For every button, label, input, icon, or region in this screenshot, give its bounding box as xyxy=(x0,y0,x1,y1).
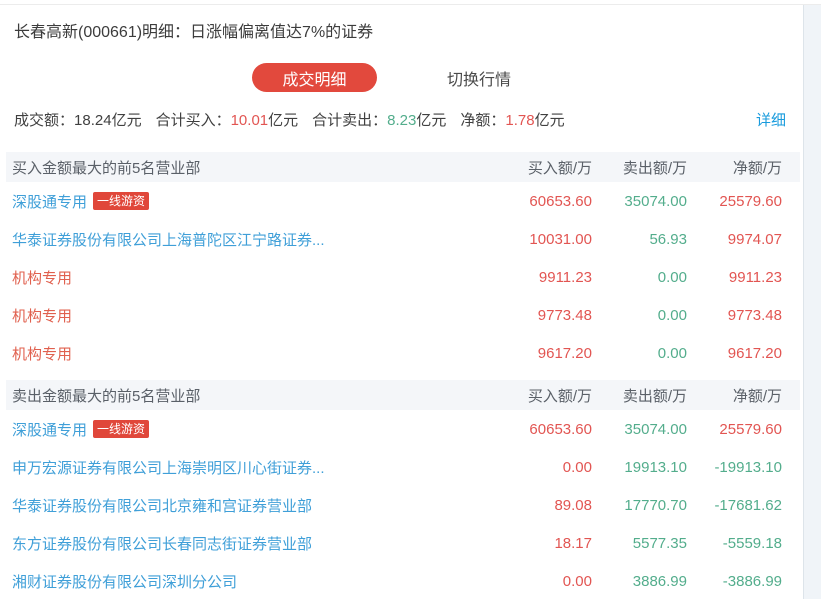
net-value: -19913.10 xyxy=(714,458,782,476)
broker-link[interactable]: 华泰证券股份有限公司上海普陀区江宁路证券... xyxy=(12,229,325,250)
sell-top5-table: 卖出金额最大的前5名营业部 买入额/万 卖出额/万 净额/万 深股通专用 一线游资… xyxy=(6,380,800,599)
table-row: 深股通专用 一线游资 60653.60 35074.00 25579.60 xyxy=(6,182,800,220)
table-row: 东方证券股份有限公司长春同志街证券营业部 18.17 5577.35 -5559… xyxy=(6,524,800,562)
summary-net: 净额：1.78亿元 xyxy=(460,111,565,129)
sell-value: 0.00 xyxy=(657,306,687,324)
sell-value: 19913.10 xyxy=(624,458,687,476)
tab-switch-quotes[interactable]: 切换行情 xyxy=(447,66,511,90)
sell-value: 5577.35 xyxy=(632,534,687,552)
col-net-amount: 净额/万 xyxy=(732,159,782,177)
table-header: 买入金额最大的前5名营业部 买入额/万 卖出额/万 净额/万 xyxy=(6,152,800,182)
net-value: -3886.99 xyxy=(722,572,782,590)
table-row: 机构专用 9911.23 0.00 9911.23 xyxy=(6,258,800,296)
net-value: 9911.23 xyxy=(728,268,782,286)
tab-bar: 成交明细 切换行情 xyxy=(0,63,821,92)
summary-total-buy: 合计买入：10.01亿元 xyxy=(155,111,299,129)
col-sell-amount: 卖出额/万 xyxy=(622,159,687,177)
buy-value: 9773.48 xyxy=(537,306,592,324)
institution-label: 机构专用 xyxy=(12,307,73,325)
buy-value: 18.17 xyxy=(554,534,592,552)
summary-bar: 成交额：18.24亿元 合计买入：10.01亿元 合计卖出：8.23亿元 净额：… xyxy=(14,109,800,130)
net-value: 9974.07 xyxy=(727,230,782,248)
broker-link[interactable]: 华泰证券股份有限公司北京雍和宫证券营业部 xyxy=(12,495,312,516)
institution-label: 机构专用 xyxy=(12,345,73,363)
buy-value: 0.00 xyxy=(562,572,592,590)
table-row: 华泰证券股份有限公司北京雍和宫证券营业部 89.08 17770.70 -176… xyxy=(6,486,800,524)
table-title: 卖出金额最大的前5名营业部 xyxy=(12,387,201,405)
broker-link[interactable]: 东方证券股份有限公司长春同志街证券营业部 xyxy=(12,533,312,554)
buy-value: 9617.20 xyxy=(537,344,592,362)
scrollbar-track[interactable] xyxy=(803,5,821,599)
net-value: -5559.18 xyxy=(722,534,782,552)
broker-link[interactable]: 深股通专用 xyxy=(12,191,87,212)
col-net-amount: 净额/万 xyxy=(732,387,782,405)
sell-value: 35074.00 xyxy=(624,420,687,438)
broker-link[interactable]: 湘财证券股份有限公司深圳分公司 xyxy=(12,571,237,592)
detail-link[interactable]: 详细 xyxy=(756,109,786,130)
net-value: 25579.60 xyxy=(719,420,782,438)
sell-value: 0.00 xyxy=(657,268,687,286)
stock-detail-panel: 长春高新(000661)明细：日涨幅偏离值达7%的证券 成交明细 切换行情 成交… xyxy=(0,0,821,599)
buy-value: 89.08 xyxy=(554,496,592,514)
institution-label: 机构专用 xyxy=(12,269,73,287)
col-sell-amount: 卖出额/万 xyxy=(622,387,687,405)
top-divider xyxy=(0,4,821,5)
buy-value: 60653.60 xyxy=(529,192,592,210)
sell-value: 35074.00 xyxy=(624,192,687,210)
hot-money-badge: 一线游资 xyxy=(93,192,150,210)
broker-link[interactable]: 申万宏源证券有限公司上海崇明区川心街证券... xyxy=(12,457,325,478)
tab-transaction-detail[interactable]: 成交明细 xyxy=(252,63,377,92)
table-row: 华泰证券股份有限公司上海普陀区江宁路证券... 10031.00 56.93 9… xyxy=(6,220,800,258)
sell-value: 0.00 xyxy=(657,344,687,362)
table-row: 申万宏源证券有限公司上海崇明区川心街证券... 0.00 19913.10 -1… xyxy=(6,448,800,486)
sell-value: 3886.99 xyxy=(632,572,687,590)
table-row: 深股通专用 一线游资 60653.60 35074.00 25579.60 xyxy=(6,410,800,448)
table-row: 湘财证券股份有限公司深圳分公司 0.00 3886.99 -3886.99 xyxy=(6,562,800,599)
sell-value: 17770.70 xyxy=(624,496,687,514)
sell-value: 56.93 xyxy=(649,230,687,248)
buy-value: 0.00 xyxy=(562,458,592,476)
summary-turnover: 成交额：18.24亿元 xyxy=(14,111,142,129)
page-title: 长春高新(000661)明细：日涨幅偏离值达7%的证券 xyxy=(14,24,374,41)
table-row: 机构专用 9773.48 0.00 9773.48 xyxy=(6,296,800,334)
col-buy-amount: 买入额/万 xyxy=(527,159,592,177)
buy-value: 10031.00 xyxy=(529,230,592,248)
table-title: 买入金额最大的前5名营业部 xyxy=(12,159,201,177)
broker-link[interactable]: 深股通专用 xyxy=(12,419,87,440)
buy-value: 60653.60 xyxy=(529,420,592,438)
table-row: 机构专用 9617.20 0.00 9617.20 xyxy=(6,334,800,372)
net-value: 9773.48 xyxy=(727,306,782,324)
net-value: 9617.20 xyxy=(727,344,782,362)
table-header: 卖出金额最大的前5名营业部 买入额/万 卖出额/万 净额/万 xyxy=(6,380,800,410)
summary-total-sell: 合计卖出：8.23亿元 xyxy=(312,111,447,129)
net-value: -17681.62 xyxy=(714,496,782,514)
buy-value: 9911.23 xyxy=(538,268,592,286)
buy-top5-table: 买入金额最大的前5名营业部 买入额/万 卖出额/万 净额/万 深股通专用 一线游资… xyxy=(6,152,800,372)
net-value: 25579.60 xyxy=(719,192,782,210)
col-buy-amount: 买入额/万 xyxy=(527,387,592,405)
hot-money-badge: 一线游资 xyxy=(93,420,150,438)
